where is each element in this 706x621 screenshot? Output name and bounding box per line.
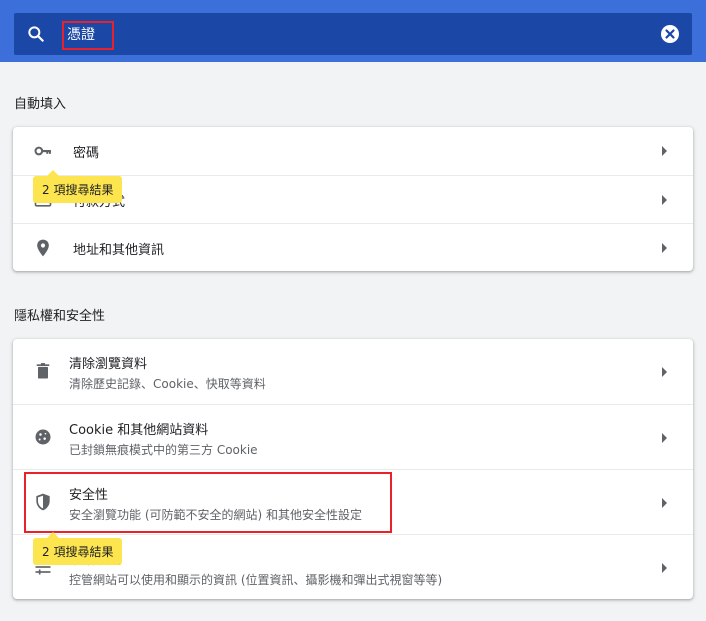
row-label: 清除瀏覽資料 <box>69 357 148 372</box>
toolbar <box>0 0 706 62</box>
close-circle-icon <box>661 25 679 43</box>
row-sublabel: 清除歷史記錄、Cookie、快取等資料 <box>69 377 266 391</box>
row-passwords[interactable]: 密碼 <box>13 127 693 175</box>
trash-icon <box>33 361 53 381</box>
chevron-right-icon <box>662 433 667 443</box>
section-title-privacy: 隱私權和安全性 <box>14 309 106 324</box>
row-label: 安全性 <box>69 488 109 503</box>
search-icon <box>26 24 46 44</box>
section-title-autofill: 自動填入 <box>14 97 67 112</box>
chevron-right-icon <box>662 563 667 573</box>
row-sublabel: 安全瀏覽功能 (可防範不安全的網站) 和其他安全性設定 <box>69 508 362 522</box>
row-cookies[interactable]: Cookie 和其他網站資料 已封鎖無痕模式中的第三方 Cookie <box>13 404 693 469</box>
clear-search-button[interactable] <box>660 24 680 44</box>
search-result-bubble: 2 項搜尋結果 <box>33 170 123 203</box>
chevron-right-icon <box>662 498 667 508</box>
location-pin-icon <box>33 238 53 258</box>
row-security[interactable]: 安全性 安全瀏覽功能 (可防範不安全的網站) 和其他安全性設定 <box>13 469 693 534</box>
shield-icon <box>33 492 53 512</box>
search-box[interactable] <box>14 13 692 55</box>
row-label: 地址和其他資訊 <box>73 243 165 258</box>
row-label: Cookie 和其他網站資料 <box>69 423 209 438</box>
row-addresses[interactable]: 地址和其他資訊 <box>13 223 693 271</box>
row-sublabel: 控管網站可以使用和顯示的資訊 (位置資訊、攝影機和彈出式視窗等等) <box>69 573 443 587</box>
cookie-icon <box>33 427 53 447</box>
search-input[interactable] <box>61 21 561 47</box>
row-sublabel: 已封鎖無痕模式中的第三方 Cookie <box>69 443 258 457</box>
row-label: 密碼 <box>73 146 100 161</box>
key-icon <box>33 141 53 161</box>
chevron-right-icon <box>662 243 667 253</box>
search-result-bubble: 2 項搜尋結果 <box>33 532 123 565</box>
chevron-right-icon <box>662 146 667 156</box>
row-clear-browsing-data[interactable]: 清除瀏覽資料 清除歷史記錄、Cookie、快取等資料 <box>13 339 693 404</box>
chevron-right-icon <box>662 195 667 205</box>
chevron-right-icon <box>662 367 667 377</box>
